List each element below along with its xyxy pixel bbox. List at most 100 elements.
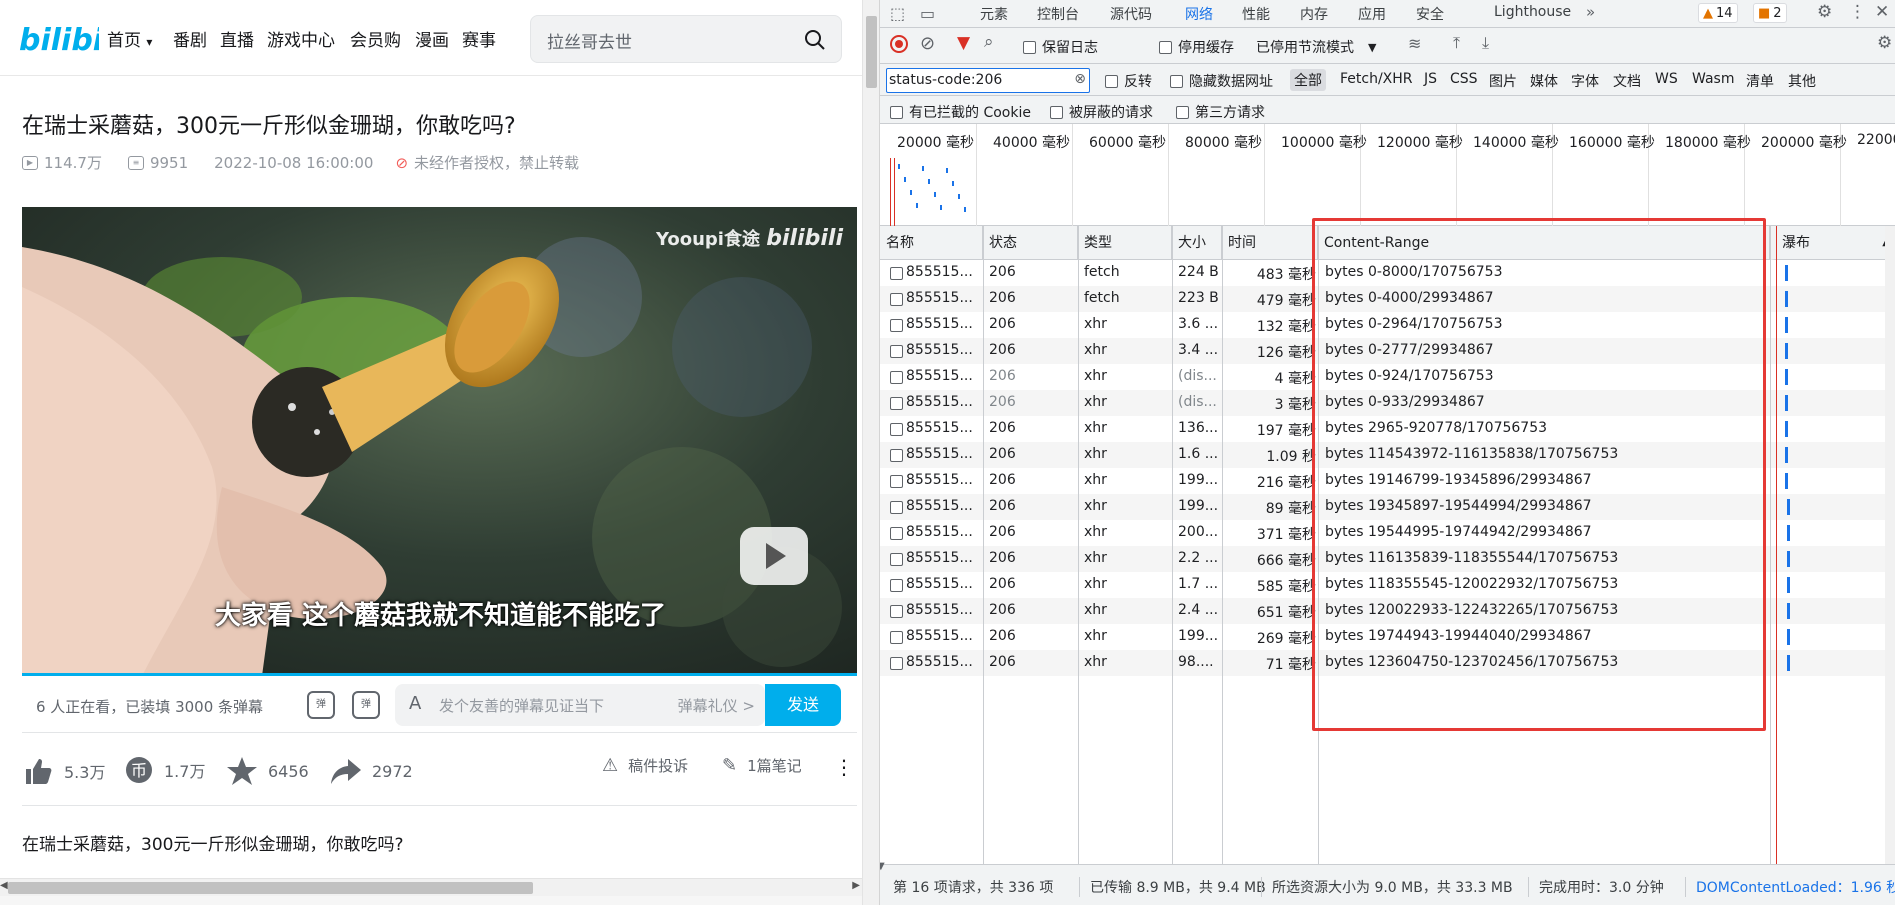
danmaku-etiquette-link[interactable]: 弹幕礼仪 > [678,695,755,716]
more-icon[interactable]: ⋮ [834,755,854,779]
tab-security[interactable]: 安全 [1416,4,1444,24]
network-conditions-icon[interactable]: ≋ [1408,34,1421,53]
filter-icon[interactable]: ▼ [957,33,970,53]
kebab-menu-icon[interactable]: ⋮ [1849,2,1866,22]
clear-icon[interactable]: ⊘ [920,33,935,54]
throttle-select[interactable]: 已停用节流模式 ▼ [1256,37,1376,57]
nav-home[interactable]: 首页 ▾ [107,26,152,51]
search-input[interactable]: 拉丝哥去世 [547,28,632,53]
nav-bangumi[interactable]: 番剧 [173,26,207,51]
horizontal-scrollbar[interactable]: ◀ ▶ [0,878,862,896]
column-header-size[interactable]: 大小 [1172,226,1222,260]
tab-lighthouse[interactable]: Lighthouse [1494,4,1571,20]
bilibili-logo[interactable]: bilibili [19,14,124,60]
gear-icon[interactable]: ⚙ [1817,2,1832,22]
clear-filter-icon[interactable]: ⊗ [1074,71,1086,87]
checkbox[interactable] [1176,105,1189,119]
danmaku-style-icon[interactable]: A [409,693,421,714]
search-icon[interactable]: ⌕ [984,32,994,52]
row-checkbox[interactable] [890,579,903,592]
scroll-right-icon[interactable]: ▶ [852,880,860,891]
notes-button[interactable]: ✎ 1篇笔记 [722,755,802,776]
inspect-icon[interactable]: ⬚ [890,4,905,23]
video-player[interactable]: Yooupi食途 bilibili 大家看 这个蘑菇我就不知道能不能吃了 [22,207,857,676]
issues-badge[interactable]: ■ 2 [1753,3,1787,23]
type-filter-manifest[interactable]: 清单 [1746,71,1774,91]
import-har-icon[interactable]: ⤒ [1453,33,1460,53]
danmaku-settings-icon[interactable]: 弹 [352,691,380,719]
row-checkbox[interactable] [890,631,903,644]
search-icon[interactable] [803,28,827,52]
row-checkbox[interactable] [890,527,903,540]
progress-bar[interactable] [22,673,857,676]
row-checkbox[interactable] [890,501,903,514]
type-filter-css[interactable]: CSS [1450,71,1478,87]
third-party-checkbox[interactable]: 第三方请求 [1176,102,1265,122]
invert-checkbox[interactable]: 反转 [1105,71,1152,91]
tab-console[interactable]: 控制台 [1037,4,1079,24]
tab-application[interactable]: 应用 [1358,4,1386,24]
scroll-down-icon[interactable]: ▼ [880,861,885,872]
column-header-status[interactable]: 状态 [983,226,1078,260]
column-header-time[interactable]: 时间 [1222,226,1318,260]
export-har-icon[interactable]: ⤓ [1482,33,1489,53]
checkbox[interactable] [1023,40,1036,54]
tab-performance[interactable]: 性能 [1242,4,1270,24]
row-checkbox[interactable] [890,345,903,358]
filter-input[interactable]: status-code:206 ⊗ [886,68,1090,93]
network-settings-icon[interactable]: ⚙ [1877,33,1892,53]
disable-cache-checkbox[interactable]: 停用缓存 [1159,37,1234,57]
row-checkbox[interactable] [890,293,903,306]
checkbox[interactable] [1050,105,1063,119]
row-checkbox[interactable] [890,319,903,332]
blocked-requests-checkbox[interactable]: 被屏蔽的请求 [1050,102,1153,122]
column-header-name[interactable]: 名称 [880,226,983,260]
danmaku-input[interactable]: A 发个友善的弹幕见证当下 弹幕礼仪 > [395,684,765,726]
play-button[interactable] [740,527,808,585]
row-checkbox[interactable] [890,397,903,410]
report-button[interactable]: ⚠ 稿件投诉 [602,755,688,776]
vertical-scrollbar[interactable] [862,0,880,905]
type-filter-js[interactable]: JS [1424,71,1437,87]
type-filter-all[interactable]: 全部 [1290,69,1326,91]
tab-elements[interactable]: 元素 [980,4,1008,24]
preserve-log-checkbox[interactable]: 保留日志 [1023,37,1098,57]
type-filter-ws[interactable]: WS [1655,71,1678,87]
more-tabs-icon[interactable]: » [1586,3,1595,21]
column-header-type[interactable]: 类型 [1078,226,1172,260]
share-button[interactable]: 2972 [330,755,413,787]
nav-live[interactable]: 直播 [220,26,254,51]
timeline-overview[interactable]: 20000 毫秒 40000 毫秒 60000 毫秒 80000 毫秒 100000 毫… [880,124,1895,226]
tab-network[interactable]: 网络 [1175,4,1223,30]
row-checkbox[interactable] [890,605,903,618]
checkbox[interactable] [1159,40,1172,54]
type-filter-wasm[interactable]: Wasm [1692,71,1734,87]
tab-memory[interactable]: 内存 [1300,4,1328,24]
blocked-cookies-checkbox[interactable]: 有已拦截的 Cookie [890,102,1031,122]
row-checkbox[interactable] [890,475,903,488]
row-checkbox[interactable] [890,657,903,670]
nav-mall[interactable]: 会员购 [350,26,401,51]
device-toolbar-icon[interactable]: ▭ [920,4,935,23]
row-checkbox[interactable] [890,267,903,280]
checkbox[interactable] [890,105,903,119]
type-filter-fetch-xhr[interactable]: Fetch/XHR [1340,71,1413,87]
row-checkbox[interactable] [890,371,903,384]
nav-manga[interactable]: 漫画 [415,26,449,51]
type-filter-other[interactable]: 其他 [1788,71,1816,91]
nav-esports[interactable]: 赛事 [462,26,496,51]
scrollbar-thumb[interactable] [866,16,877,88]
favorite-button[interactable]: 6456 [226,755,309,787]
type-filter-font[interactable]: 字体 [1571,71,1599,91]
type-filter-img[interactable]: 图片 [1489,71,1517,91]
coin-button[interactable]: 币 1.7万 [124,755,205,785]
type-filter-media[interactable]: 媒体 [1530,71,1558,91]
danmaku-toggle-icon[interactable]: 弹 [307,691,335,719]
close-icon[interactable]: ✕ [1875,2,1889,22]
nav-game-center[interactable]: 游戏中心 [267,26,335,51]
like-button[interactable]: 5.3万 [22,755,105,787]
row-checkbox[interactable] [890,423,903,436]
scrollbar-thumb[interactable] [8,882,533,894]
hide-data-urls-checkbox[interactable]: 隐藏数据网址 [1170,71,1273,91]
checkbox[interactable] [1170,74,1183,88]
